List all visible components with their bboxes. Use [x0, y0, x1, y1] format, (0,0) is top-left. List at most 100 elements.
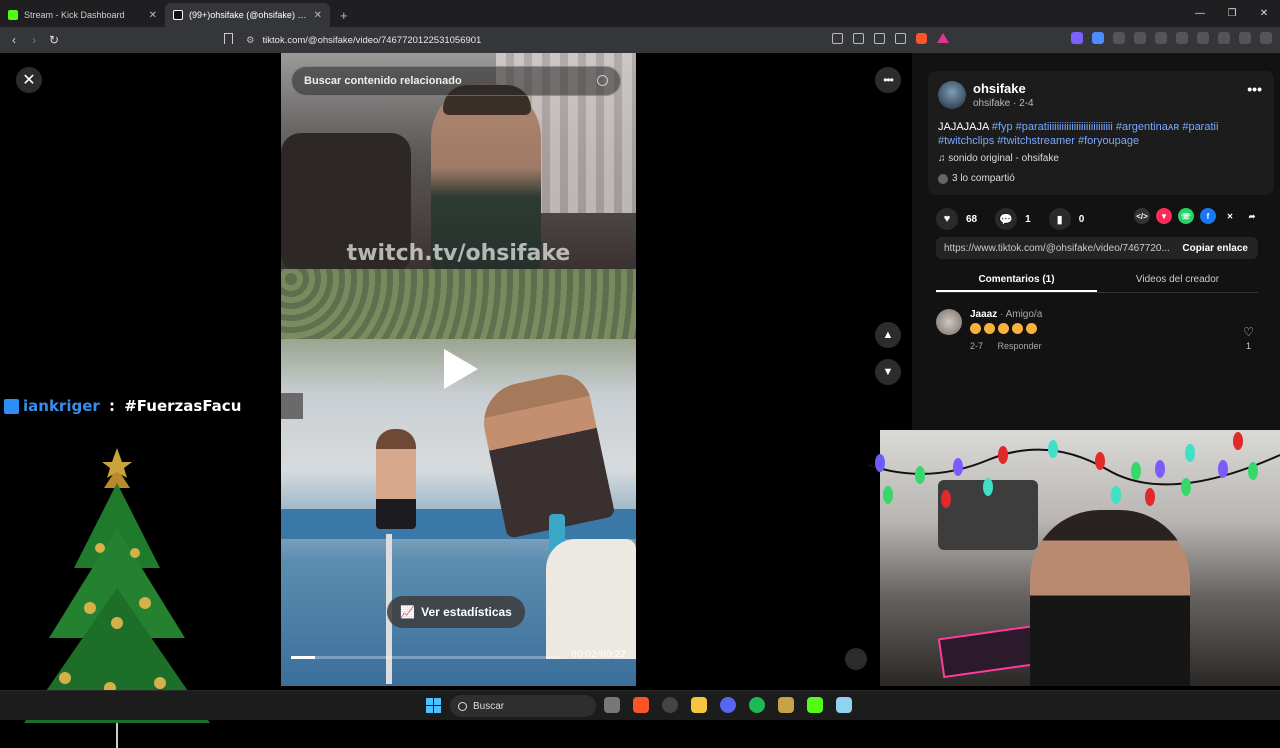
progress-fill	[291, 656, 316, 659]
notepad-icon[interactable]	[836, 697, 852, 713]
reload-icon[interactable]: ↻	[44, 33, 64, 47]
stream-chat-message: iankriger : #FuerzasFacu	[0, 393, 303, 419]
avatar[interactable]	[938, 81, 966, 109]
tab-creator-videos[interactable]: Videos del creador	[1097, 269, 1258, 292]
menu-icon[interactable]	[1260, 32, 1272, 44]
url-action-icons	[832, 33, 949, 44]
bookmark-icon[interactable]: ▮	[1048, 208, 1071, 230]
comment-count: 1	[1025, 213, 1031, 225]
close-tab-icon[interactable]: ✕	[149, 10, 157, 21]
progress-bar[interactable]	[291, 656, 561, 659]
post-caption: JAJAJAJA #fyp #paratiiiiiiiiiiiiiiiiiiii…	[938, 120, 1268, 148]
extension-icon[interactable]	[1071, 32, 1083, 44]
hedge	[281, 269, 636, 339]
embed-icon[interactable]: </>	[1134, 208, 1150, 224]
author-name[interactable]: ohsifake	[973, 81, 1026, 96]
play-icon[interactable]	[444, 349, 478, 389]
copy-link-button[interactable]: Copiar enlace	[1172, 243, 1258, 254]
tab-tiktok[interactable]: (99+)ohsifake (@ohsifake) | TikTok ✕	[165, 3, 330, 27]
bookmark-icon[interactable]	[224, 33, 233, 44]
copy-link-row: https://www.tiktok.com/@ohsifake/video/7…	[936, 237, 1258, 259]
vpn-icon[interactable]	[1239, 32, 1251, 44]
brave-icon[interactable]	[633, 697, 649, 713]
tab-bar: Stream - Kick Dashboard ✕ (99+)ohsifake …	[0, 0, 1280, 27]
file-explorer-icon[interactable]	[691, 697, 707, 713]
comment-icon[interactable]: 💬	[995, 208, 1018, 230]
taskbar-search[interactable]: Buscar	[450, 695, 596, 717]
action-bar: ♥ 68 💬 1 ▮ 0	[936, 208, 1094, 230]
puzzle-icon[interactable]	[1134, 32, 1146, 44]
whatsapp-icon[interactable]: ☏	[1178, 208, 1194, 224]
back-icon[interactable]: ‹	[4, 33, 24, 47]
brave-rewards-icon[interactable]	[937, 33, 949, 43]
close-window-button[interactable]: ✕	[1248, 0, 1280, 26]
tiktok-send-icon[interactable]: ▼	[1156, 208, 1172, 224]
comment-author[interactable]: Jaaaz · Amigo/a	[970, 309, 1042, 320]
comment-like-count: 1	[1245, 341, 1251, 351]
windows-start-icon[interactable]	[426, 698, 441, 713]
task-view-icon[interactable]	[604, 697, 620, 713]
related-search-input[interactable]: Buscar contenido relacionado	[291, 66, 621, 96]
emoji-icon	[970, 323, 981, 334]
search-icon[interactable]	[597, 75, 608, 86]
previous-video-button[interactable]: ▲	[875, 322, 901, 348]
media-icon[interactable]	[832, 33, 843, 44]
post-menu-button[interactable]: •••	[1247, 81, 1262, 97]
share-icon[interactable]	[895, 33, 906, 44]
chat-overlay-block	[281, 393, 303, 419]
next-video-button[interactable]: ▼	[875, 359, 901, 385]
tiktok-favicon-icon	[173, 10, 183, 20]
ai-icon[interactable]	[1218, 32, 1230, 44]
site-info-icon[interactable]: ⚙	[246, 35, 255, 46]
facebook-icon[interactable]: f	[1200, 208, 1216, 224]
emoji-icon	[1026, 323, 1037, 334]
x-icon[interactable]: ✕	[1222, 208, 1238, 224]
close-tab-icon[interactable]: ✕	[314, 10, 322, 21]
new-tab-button[interactable]: +	[330, 8, 358, 27]
translate-icon[interactable]	[874, 33, 885, 44]
kid-figure	[376, 429, 416, 529]
video-player[interactable]: twitch.tv/ohsifake Buscar contenido rela…	[281, 53, 636, 686]
tab-comments[interactable]: Comentarios (1)	[936, 269, 1097, 292]
wallet-icon[interactable]	[1197, 32, 1209, 44]
close-button[interactable]: ✕	[16, 67, 42, 93]
brave-shields-icon[interactable]	[916, 33, 927, 44]
comment-like-icon[interactable]: ♡	[1243, 325, 1254, 339]
emoji-icon	[984, 323, 995, 334]
sidebar-icon[interactable]	[1176, 32, 1188, 44]
music-icon[interactable]	[1155, 32, 1167, 44]
maximize-button[interactable]: ❐	[1216, 0, 1248, 26]
forward-icon[interactable]: ›	[24, 33, 44, 47]
extension-icon[interactable]	[1113, 32, 1125, 44]
minimize-button[interactable]: —	[1184, 0, 1216, 26]
chat-username: iankriger	[23, 397, 100, 415]
kick-icon[interactable]	[807, 697, 823, 713]
sound-link[interactable]: ♫ sonido original - ohsifake	[938, 153, 1059, 164]
spotify-icon[interactable]	[749, 697, 765, 713]
reply-button[interactable]: Responder	[998, 341, 1042, 351]
app-icon[interactable]	[778, 697, 794, 713]
more-options-button[interactable]: •••	[875, 67, 901, 93]
url-text: tiktok.com/@ohsifake/video/7467720122531…	[262, 34, 482, 46]
obs-icon[interactable]	[662, 697, 678, 713]
comment-author-name: Jaaaz	[970, 309, 998, 320]
address-bar: ‹ › ↻ ⚙ tiktok.com/@ohsifake/video/74677…	[0, 27, 1280, 53]
related-search-placeholder: Buscar contenido relacionado	[304, 75, 462, 87]
comment-emojis	[970, 323, 1037, 334]
emoji-icon	[1012, 323, 1023, 334]
pip-button[interactable]	[845, 648, 867, 670]
comment-avatar[interactable]	[936, 309, 962, 335]
taskbar-search-label: Buscar	[473, 700, 505, 712]
shared-avatar	[938, 173, 948, 184]
cast-icon[interactable]	[853, 33, 864, 44]
taskbar-apps	[604, 697, 852, 713]
like-icon[interactable]: ♥	[936, 208, 958, 230]
discord-icon[interactable]	[720, 697, 736, 713]
tab-kick-dashboard[interactable]: Stream - Kick Dashboard ✕	[0, 3, 165, 27]
taskbar: Buscar	[0, 690, 1280, 720]
stats-button[interactable]: 📈 Ver estadísticas	[387, 596, 525, 628]
share-arrow-icon[interactable]: ➦	[1244, 208, 1260, 224]
audio-icon[interactable]	[1092, 32, 1104, 44]
search-icon	[458, 701, 467, 711]
comment-item: Jaaaz · Amigo/a 2-7 Responder ♡ 1	[936, 309, 1258, 359]
